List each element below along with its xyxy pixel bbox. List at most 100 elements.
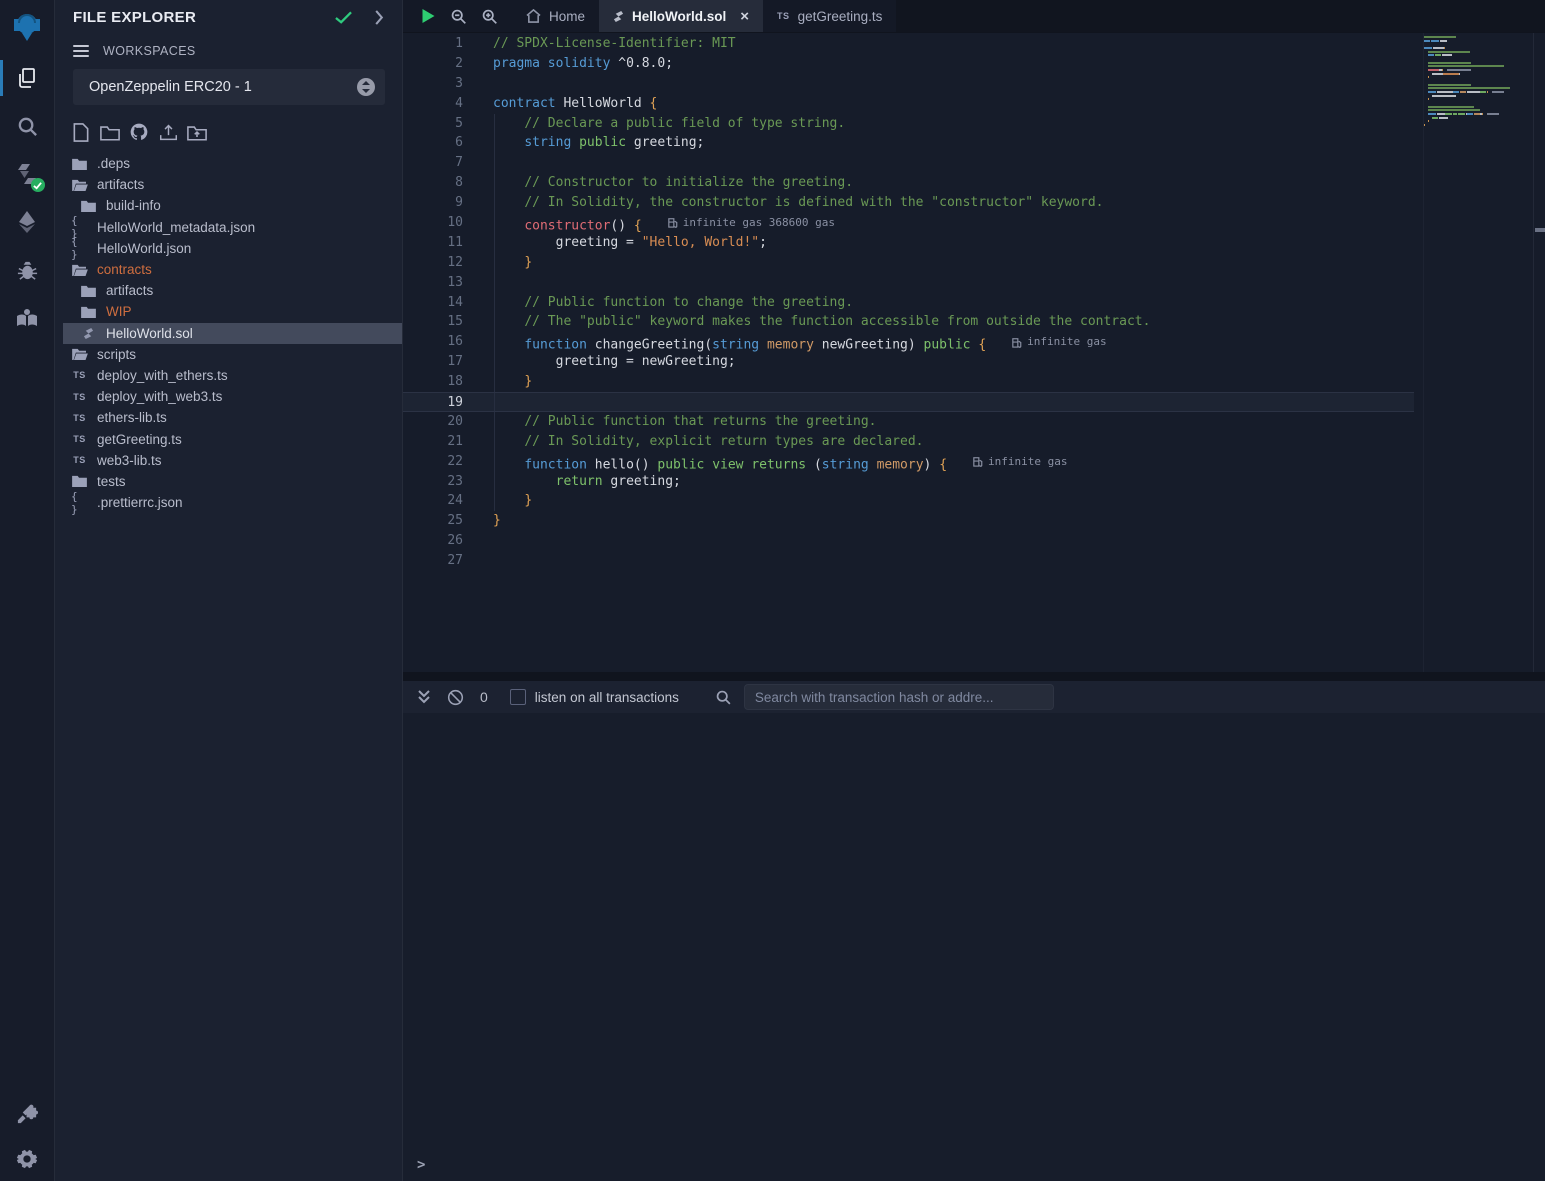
code-line-17[interactable]: 17 greeting = newGreeting; bbox=[403, 352, 1414, 372]
tree-item-helloworld-sol[interactable]: HelloWorld.sol bbox=[63, 323, 402, 344]
code-line-13[interactable]: 13 bbox=[403, 273, 1414, 293]
terminal-collapse-icon[interactable] bbox=[417, 689, 431, 705]
code-line-18[interactable]: 18 } bbox=[403, 372, 1414, 392]
code-editor[interactable]: 1// SPDX-License-Identifier: MIT2pragma … bbox=[403, 33, 1545, 672]
terminal-resize-handle[interactable] bbox=[403, 672, 1545, 681]
new-folder-icon[interactable] bbox=[100, 122, 120, 142]
editor-scrollbar[interactable] bbox=[1533, 33, 1545, 672]
terminal-output[interactable]: > bbox=[403, 713, 1545, 1181]
tree-item--deps[interactable]: .deps bbox=[63, 153, 402, 174]
code-line-24[interactable]: 24 } bbox=[403, 491, 1414, 511]
tree-item-tests[interactable]: tests bbox=[63, 471, 402, 492]
new-file-icon[interactable] bbox=[71, 122, 91, 142]
code-line-9[interactable]: 9 // In Solidity, the constructor is def… bbox=[403, 193, 1414, 213]
line-number: 7 bbox=[403, 153, 463, 173]
code-line-15[interactable]: 15 // The "public" keyword makes the fun… bbox=[403, 312, 1414, 332]
code-line-22[interactable]: 22 function hello() public view returns … bbox=[403, 452, 1414, 472]
line-number: 13 bbox=[403, 273, 463, 293]
minimap-line bbox=[1424, 47, 1533, 49]
code-line-1[interactable]: 1// SPDX-License-Identifier: MIT bbox=[403, 34, 1414, 54]
code-line-14[interactable]: 14 // Public function to change the gree… bbox=[403, 293, 1414, 313]
file-toolbar bbox=[71, 122, 207, 142]
code-line-21[interactable]: 21 // In Solidity, explicit return types… bbox=[403, 432, 1414, 452]
workspaces-label: WORKSPACES bbox=[103, 44, 196, 58]
code-line-5[interactable]: 5 // Declare a public field of type stri… bbox=[403, 114, 1414, 134]
minimap-line bbox=[1424, 51, 1533, 53]
tab-helloworld-sol[interactable]: HelloWorld.sol× bbox=[599, 0, 763, 32]
code-line-27[interactable]: 27 bbox=[403, 551, 1414, 571]
panel-collapse-chevron-icon[interactable] bbox=[374, 10, 384, 30]
debugger-rail-button[interactable] bbox=[0, 246, 55, 294]
code-text: contract HelloWorld { bbox=[493, 94, 657, 114]
workspace-select[interactable]: OpenZeppelin ERC20 - 1 bbox=[73, 69, 385, 105]
tree-item-contracts[interactable]: contracts bbox=[63, 259, 402, 280]
tree-item--prettierrc-json[interactable]: { }.prettierrc.json bbox=[63, 492, 402, 513]
tree-item-artifacts[interactable]: artifacts bbox=[63, 280, 402, 301]
code-line-23[interactable]: 23 return greeting; bbox=[403, 472, 1414, 492]
code-line-11[interactable]: 11 greeting = "Hello, World!"; bbox=[403, 233, 1414, 253]
terminal-search-input[interactable] bbox=[744, 684, 1054, 710]
code-text: // Public function to change the greetin… bbox=[493, 293, 853, 313]
minimap-line bbox=[1424, 91, 1533, 93]
upload-file-icon[interactable] bbox=[158, 122, 178, 142]
deploy-run-rail-button[interactable] bbox=[0, 198, 55, 246]
workspace-select-caret-icon bbox=[357, 78, 375, 96]
upload-folder-icon[interactable] bbox=[187, 122, 207, 142]
code-line-25[interactable]: 25} bbox=[403, 511, 1414, 531]
code-line-3[interactable]: 3 bbox=[403, 74, 1414, 94]
listen-transactions-checkbox[interactable] bbox=[510, 689, 526, 705]
ts-icon: TS bbox=[71, 455, 88, 465]
file-explorer-rail-button[interactable] bbox=[0, 54, 55, 102]
line-number: 5 bbox=[403, 114, 463, 134]
compiled-check-icon bbox=[335, 10, 352, 30]
code-line-26[interactable]: 26 bbox=[403, 531, 1414, 551]
tree-item-getgreeting-ts[interactable]: TSgetGreeting.ts bbox=[63, 428, 402, 449]
code-line-4[interactable]: 4contract HelloWorld { bbox=[403, 94, 1414, 114]
minimap-line bbox=[1424, 128, 1533, 130]
zoom-in-icon[interactable] bbox=[481, 8, 498, 25]
tree-item-helloworld-json[interactable]: { }HelloWorld.json bbox=[63, 238, 402, 259]
code-line-2[interactable]: 2pragma solidity ^0.8.0; bbox=[403, 54, 1414, 74]
close-tab-icon[interactable]: × bbox=[740, 8, 749, 25]
settings-rail-button[interactable] bbox=[0, 1137, 55, 1181]
code-line-8[interactable]: 8 // Constructor to initialize the greet… bbox=[403, 173, 1414, 193]
code-line-6[interactable]: 6 string public greeting; bbox=[403, 133, 1414, 153]
line-number: 8 bbox=[403, 173, 463, 193]
zoom-out-icon[interactable] bbox=[450, 8, 467, 25]
code-line-7[interactable]: 7 bbox=[403, 153, 1414, 173]
minimap[interactable] bbox=[1423, 33, 1533, 672]
gas-estimate-note: infinite gas bbox=[1012, 332, 1106, 352]
tree-item-ethers-lib-ts[interactable]: TSethers-lib.ts bbox=[63, 407, 402, 428]
remix-logo[interactable] bbox=[0, 0, 55, 54]
minimap-line bbox=[1424, 40, 1533, 42]
code-line-10[interactable]: 10 constructor() {infinite gas 368600 ga… bbox=[403, 213, 1414, 233]
tab-home[interactable]: Home bbox=[512, 0, 599, 32]
solidity-icon bbox=[80, 327, 97, 340]
solidity-compiler-rail-button[interactable] bbox=[0, 150, 55, 198]
learneth-rail-button[interactable] bbox=[0, 294, 55, 342]
plugin-manager-rail-button[interactable] bbox=[0, 1089, 55, 1137]
tree-item-artifacts[interactable]: artifacts bbox=[63, 174, 402, 195]
code-text: // Declare a public field of type string… bbox=[493, 114, 845, 134]
tree-item-web3-lib-ts[interactable]: TSweb3-lib.ts bbox=[63, 450, 402, 471]
workspaces-menu-icon[interactable] bbox=[73, 45, 89, 57]
tree-item-deploy-with-ethers-ts[interactable]: TSdeploy_with_ethers.ts bbox=[63, 365, 402, 386]
tree-item-helloworld-metadata-json[interactable]: { }HelloWorld_metadata.json bbox=[63, 217, 402, 238]
tree-item-deploy-with-web3-ts[interactable]: TSdeploy_with_web3.ts bbox=[63, 386, 402, 407]
code-line-16[interactable]: 16 function changeGreeting(string memory… bbox=[403, 332, 1414, 352]
code-line-12[interactable]: 12 } bbox=[403, 253, 1414, 273]
clone-github-icon[interactable] bbox=[129, 122, 149, 142]
code-line-20[interactable]: 20 // Public function that returns the g… bbox=[403, 412, 1414, 432]
tree-item-scripts[interactable]: scripts bbox=[63, 344, 402, 365]
terminal-clear-icon[interactable] bbox=[447, 689, 464, 706]
tab-getgreeting-ts[interactable]: TSgetGreeting.ts bbox=[763, 0, 896, 32]
code-text: // Public function that returns the gree… bbox=[493, 412, 877, 432]
ts-icon: TS bbox=[71, 392, 88, 402]
tree-item-label: getGreeting.ts bbox=[97, 432, 182, 447]
line-number: 27 bbox=[403, 551, 463, 571]
run-script-button[interactable] bbox=[421, 8, 436, 24]
tree-item-wip[interactable]: WIP bbox=[63, 301, 402, 322]
code-line-19[interactable]: 19 bbox=[403, 392, 1414, 412]
search-rail-button[interactable] bbox=[0, 102, 55, 150]
tree-item-build-info[interactable]: build-info bbox=[63, 195, 402, 216]
